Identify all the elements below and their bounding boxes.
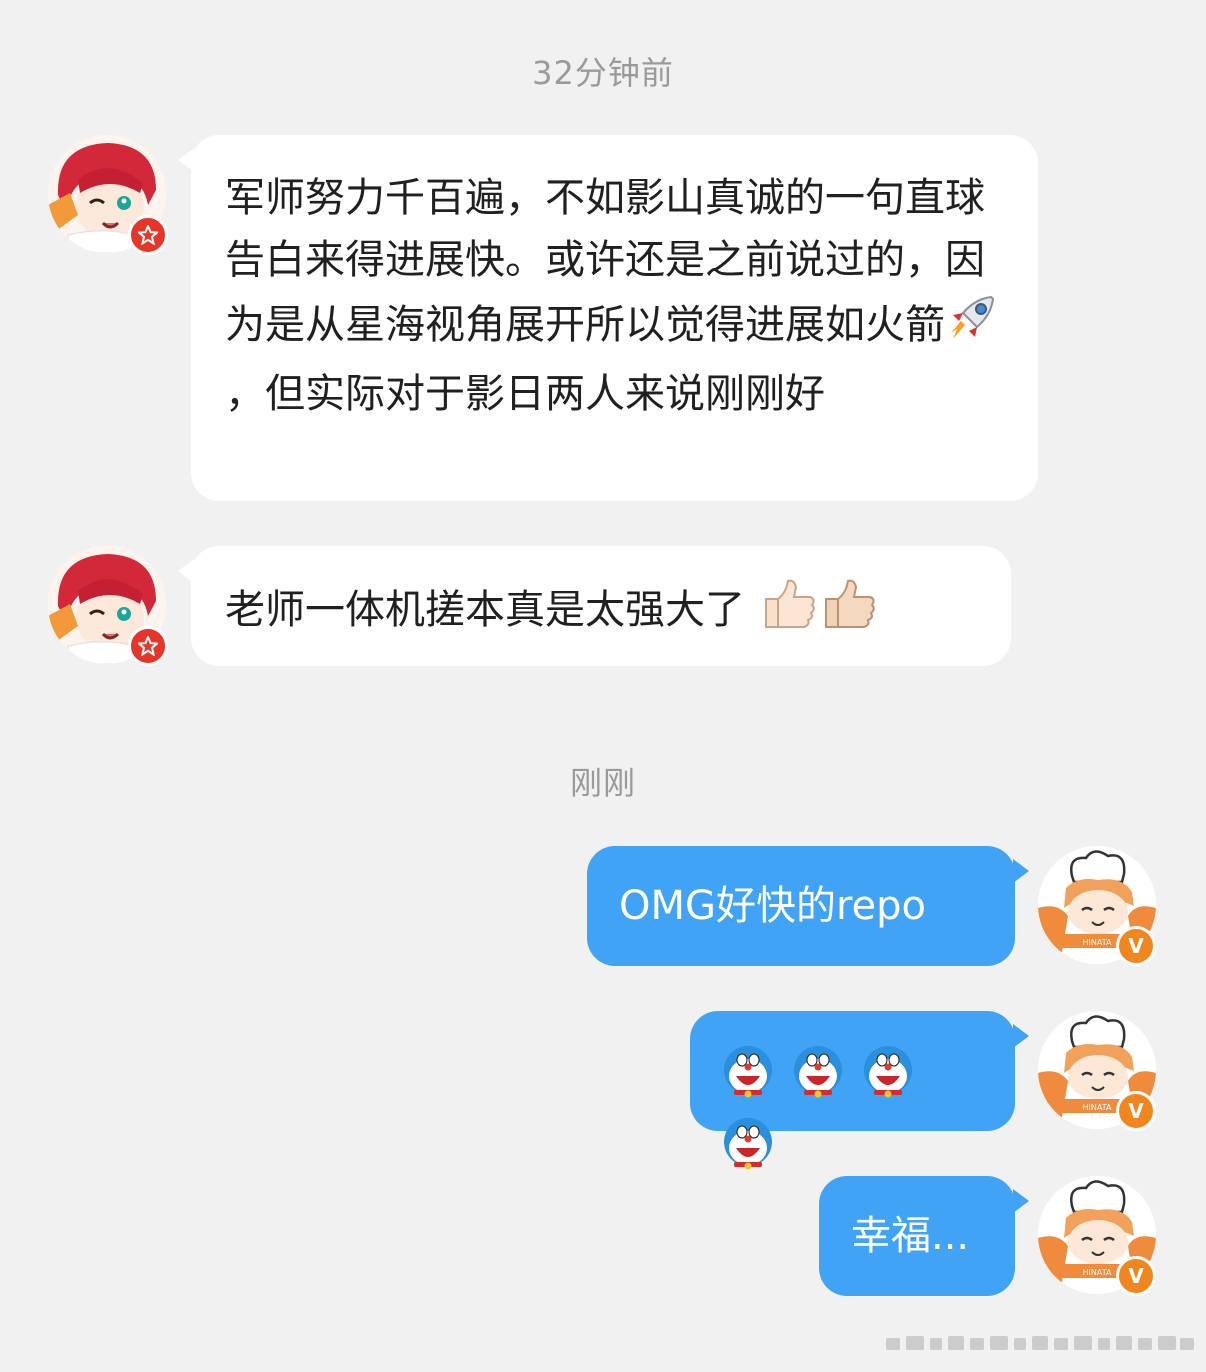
star-badge-icon <box>128 215 168 255</box>
watermark-icon <box>886 1336 1194 1350</box>
timestamp: 刚刚 <box>569 764 636 802</box>
message-bubble-incoming[interactable]: 军师努力千百遍，不如影山真诚的一句直球告白来得进展快。或许还是之前说过的，因为是… <box>191 135 1038 501</box>
star-badge-icon <box>128 626 168 666</box>
message-bubble-outgoing[interactable]: OMG好快的repo <box>587 846 1015 966</box>
message-text: 老师一体机搓本真是太强大了 <box>225 587 745 633</box>
verified-badge-icon: V <box>1116 1256 1156 1296</box>
message-bubble-outgoing[interactable] <box>690 1011 1015 1170</box>
verified-badge-icon: V <box>1116 926 1156 966</box>
bubble-tail <box>1013 1024 1029 1048</box>
rocket-emoji-icon <box>945 291 999 363</box>
message-text-continued: ，但实际对于影日两人来说刚刚好 <box>225 371 825 417</box>
thumbs-up-emoji-icon <box>758 575 818 649</box>
message-text: OMG好快的repo <box>619 883 927 929</box>
message-bubble-incoming[interactable]: 老师一体机搓本真是太强大了 <box>191 546 1011 666</box>
bubble-tail <box>1013 1189 1029 1213</box>
avatar-label: HINATA <box>1083 1103 1112 1112</box>
message-text: 军师努力千百遍，不如影山真诚的一句直球告白来得进展快。或许还是之前说过的，因为是… <box>225 175 985 348</box>
timestamp: 32分钟前 <box>532 54 674 92</box>
doraemon-emoji-icon <box>860 1044 916 1116</box>
avatar-label: HINATA <box>1083 1268 1112 1277</box>
bubble-tail <box>1013 859 1029 883</box>
verified-badge-icon: V <box>1116 1091 1156 1131</box>
message-text: 幸福... <box>851 1213 970 1259</box>
doraemon-emoji-icon <box>720 1044 776 1116</box>
doraemon-emoji-icon <box>790 1044 846 1116</box>
avatar-label: HINATA <box>1083 938 1112 947</box>
message-bubble-outgoing[interactable]: 幸福... <box>819 1176 1015 1296</box>
thumbs-up-emoji-icon <box>818 575 878 649</box>
doraemon-emoji-icon <box>720 1116 776 1188</box>
